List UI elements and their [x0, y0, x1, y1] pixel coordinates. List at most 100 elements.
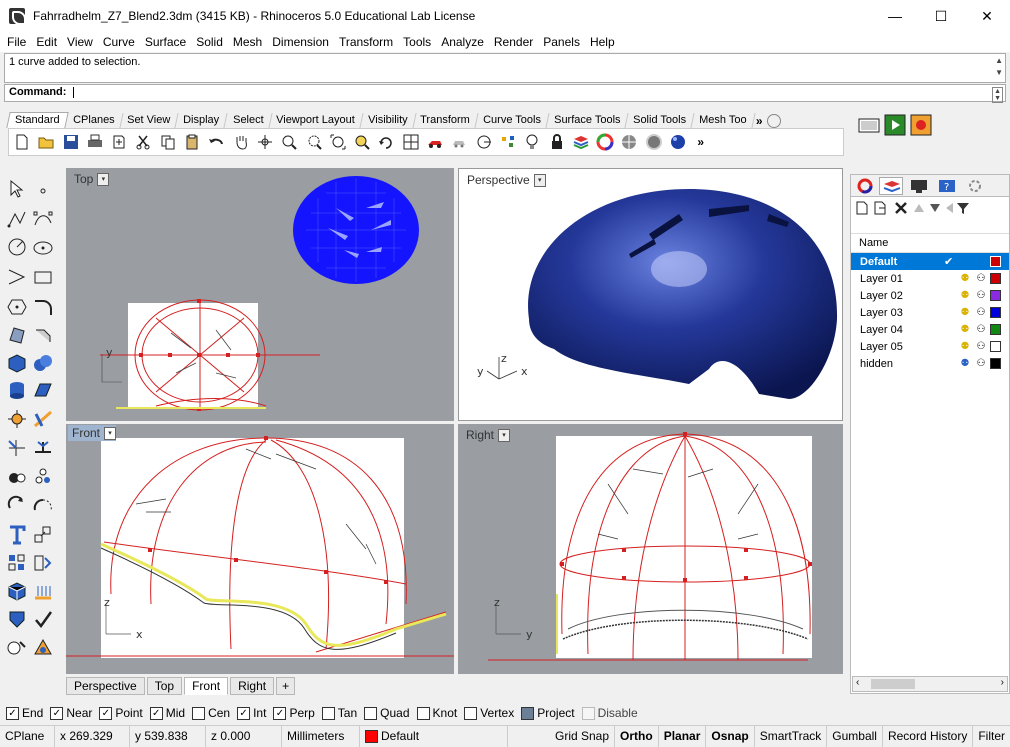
checkmark-icon[interactable]	[32, 608, 54, 630]
current-layer-indicator[interactable]: Default	[360, 725, 508, 747]
light-bulb-icon[interactable]: ⚉	[958, 273, 972, 284]
menu-analyze[interactable]: Analyze	[436, 35, 489, 49]
tab-cplanes[interactable]: CPlanes	[65, 113, 123, 128]
command-history-scroll[interactable]: ▲ ▼	[995, 55, 1003, 79]
pan-hand-icon[interactable]	[232, 133, 250, 151]
play-render-icon[interactable]	[884, 114, 906, 136]
viewport-right-label[interactable]: Right ▾	[462, 427, 511, 443]
menu-tools[interactable]: Tools	[398, 35, 436, 49]
paste-icon[interactable]	[183, 133, 201, 151]
move-layer-left-icon[interactable]	[943, 200, 955, 216]
maximize-button[interactable]: ☐	[918, 0, 964, 32]
zoom-window-icon[interactable]	[305, 133, 323, 151]
surface-from-points-icon[interactable]	[6, 324, 28, 346]
planar-surface-icon[interactable]	[32, 380, 54, 402]
dimension-icon[interactable]	[6, 636, 28, 658]
tab-curve-tools[interactable]: Curve Tools	[475, 113, 550, 128]
layer-color-swatch[interactable]	[990, 273, 1001, 284]
light-bulb-off-icon[interactable]: ⚉	[958, 358, 972, 369]
extrude-curve-icon[interactable]	[32, 324, 54, 346]
light-bulb-icon[interactable]: ⚉	[958, 324, 972, 335]
osnap-end[interactable]: ✓ End	[6, 706, 43, 720]
viewport-perspective-label[interactable]: Perspective ▾	[463, 172, 546, 188]
analyze-direction-icon[interactable]	[6, 608, 28, 630]
unlock-icon[interactable]: ⚇	[972, 324, 990, 335]
fillet-curves-icon[interactable]	[32, 296, 54, 318]
mirror-icon[interactable]	[32, 494, 54, 516]
split-icon[interactable]	[6, 436, 28, 458]
light-bulb-icon[interactable]: ⚉	[958, 290, 972, 301]
viewport-perspective[interactable]: z x y Perspective ▾	[458, 168, 843, 421]
display-tab-icon[interactable]	[909, 178, 929, 194]
add-viewport-tab-button[interactable]: +	[276, 677, 296, 695]
points-on-icon[interactable]	[499, 133, 517, 151]
cplane-indicator[interactable]: CPlane	[0, 725, 55, 747]
minimize-button[interactable]: —	[872, 0, 918, 32]
menu-solid[interactable]: Solid	[191, 35, 228, 49]
ellipse-icon[interactable]	[32, 236, 54, 258]
menu-mesh[interactable]: Mesh	[228, 35, 267, 49]
menu-transform[interactable]: Transform	[334, 35, 398, 49]
top-view-canvas[interactable]: y	[66, 168, 454, 421]
smarttrack-toggle[interactable]: SmartTrack	[755, 725, 828, 747]
command-line[interactable]: Command: ▲ ▼	[4, 84, 1006, 103]
rendered-sphere-icon[interactable]	[645, 133, 663, 151]
boolean-union-icon[interactable]	[32, 352, 54, 374]
osnap-disable[interactable]: Disable	[581, 706, 638, 720]
new-layer-icon[interactable]	[855, 200, 869, 216]
tab-visibility[interactable]: Visibility	[360, 113, 416, 128]
tab-solid-tools[interactable]: Solid Tools	[625, 113, 695, 128]
chevron-down-icon[interactable]: ▾	[104, 426, 117, 440]
new-file-icon[interactable]	[13, 133, 31, 151]
osnap-mid[interactable]: ✓ Mid	[149, 706, 185, 720]
light-bulb-icon[interactable]: ⚉	[958, 341, 972, 352]
layer-row-hidden[interactable]: hidden ⚉ ⚇	[851, 355, 1009, 372]
helmet-3d-model[interactable]	[528, 189, 838, 399]
layer-color-swatch[interactable]	[990, 290, 1001, 301]
chevron-down-icon[interactable]: ▾	[533, 173, 546, 187]
chevron-down-icon[interactable]: ▾	[97, 172, 110, 186]
tab-set-view[interactable]: Set View	[119, 113, 180, 128]
settings-gear-icon[interactable]	[967, 178, 983, 194]
record-render-icon[interactable]	[910, 114, 932, 136]
layer-color-swatch[interactable]	[990, 358, 1001, 369]
cylinder-icon[interactable]	[6, 380, 28, 402]
light-bulb-icon[interactable]	[523, 133, 541, 151]
tab-viewport-layout[interactable]: Viewport Layout	[268, 113, 364, 128]
color-wheel-icon[interactable]	[596, 133, 614, 151]
planar-toggle[interactable]: Planar	[659, 725, 707, 747]
material-sphere-icon[interactable]	[669, 133, 687, 151]
rotate-icon[interactable]	[6, 494, 28, 516]
layers-horizontal-scrollbar[interactable]: ‹ ›	[852, 676, 1008, 692]
unlock-icon[interactable]: ⚇	[972, 307, 990, 318]
viewport-render-icon[interactable]	[858, 116, 880, 136]
viewport-right[interactable]: z y Right ▾	[458, 424, 843, 674]
osnap-perp[interactable]: ✓ Perp	[273, 706, 315, 720]
current-layer-check-icon[interactable]: ✔	[944, 255, 962, 268]
tab-transform[interactable]: Transform	[412, 113, 479, 128]
chevron-down-icon[interactable]: ▾	[498, 428, 511, 442]
viewport-front-label[interactable]: Front ▾	[68, 425, 117, 441]
viewport-tab-front[interactable]: Front	[184, 677, 229, 695]
osnap-project[interactable]: Project	[521, 706, 575, 720]
layers-tab-icon[interactable]	[879, 176, 903, 195]
box-solid-icon[interactable]	[6, 352, 28, 374]
properties-tab-icon[interactable]	[855, 178, 875, 194]
move-layer-down-icon[interactable]	[927, 200, 943, 216]
move-layer-up-icon[interactable]	[911, 200, 927, 216]
mesh-box-icon[interactable]	[6, 580, 28, 602]
render-tools-icon[interactable]	[32, 636, 54, 658]
shade-icon[interactable]	[450, 133, 468, 151]
layer-color-swatch[interactable]	[990, 324, 1001, 335]
snap-point-icon[interactable]	[475, 133, 493, 151]
menu-panels[interactable]: Panels	[538, 35, 585, 49]
help-tab-icon[interactable]: ?	[937, 178, 957, 194]
lock-icon[interactable]	[548, 133, 566, 151]
viewport-top[interactable]: y Top ▾	[66, 168, 454, 421]
undo-view-icon[interactable]	[377, 133, 395, 151]
rectangle-icon[interactable]	[32, 266, 54, 288]
osnap-point[interactable]: ✓ Point	[99, 706, 143, 720]
cut-icon[interactable]	[134, 133, 152, 151]
select-arrow-icon[interactable]	[6, 178, 28, 200]
import-icon[interactable]	[110, 133, 128, 151]
